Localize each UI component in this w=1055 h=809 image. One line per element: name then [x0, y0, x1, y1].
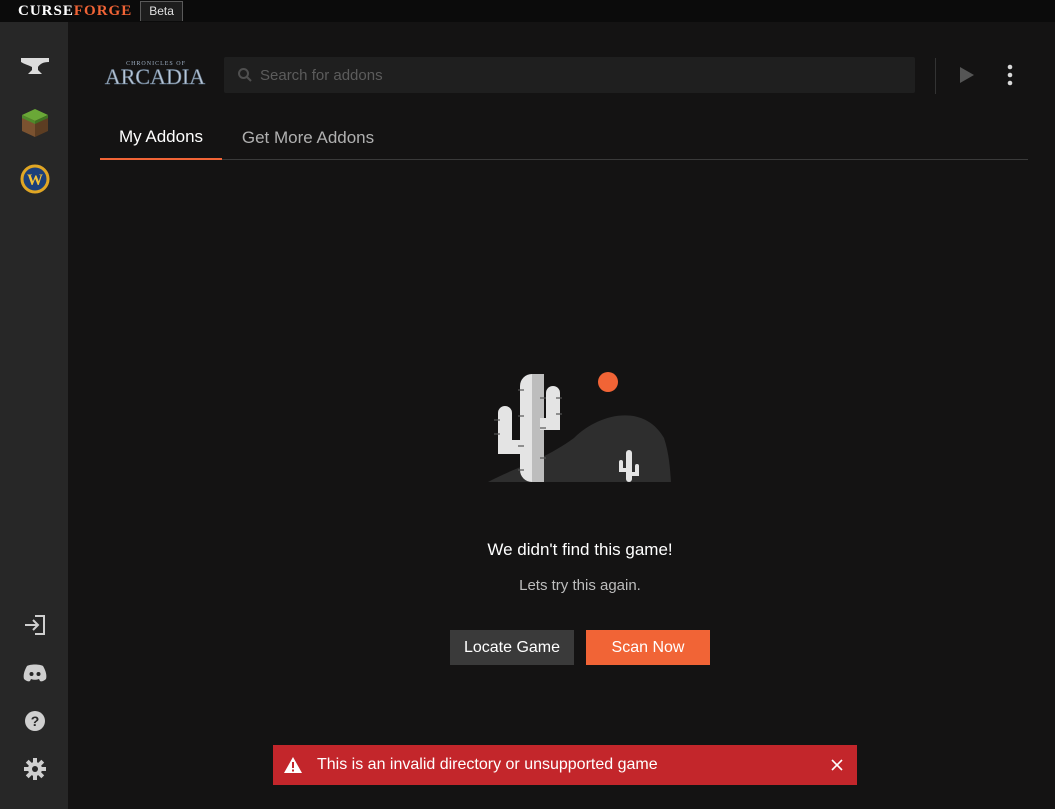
help-icon[interactable]: ? [18, 704, 52, 738]
more-options-icon[interactable] [998, 62, 1022, 88]
title-bar: CURSEFORGE Beta [0, 0, 1055, 22]
app-logo: CURSEFORGE [18, 2, 133, 19]
main-panel: CHRONICLES OF ARCADIA My Addons Get More… [68, 22, 1055, 809]
empty-state-subtitle: Lets try this again. [519, 577, 641, 594]
anvil-icon[interactable] [18, 50, 52, 84]
search-input[interactable] [260, 66, 900, 84]
wow-icon[interactable]: W [18, 162, 52, 196]
game-logo: CHRONICLES OF ARCADIA [100, 56, 210, 90]
locate-game-button[interactable]: Locate Game [450, 630, 574, 665]
toast-message: This is an invalid directory or unsuppor… [317, 756, 658, 773]
desert-cactus-illustration [484, 368, 674, 486]
empty-state-title: We didn't find this game! [487, 540, 673, 559]
search-bar[interactable] [224, 57, 915, 93]
discord-icon[interactable] [18, 656, 52, 690]
tab-my-addons[interactable]: My Addons [100, 116, 222, 160]
search-icon [238, 68, 252, 82]
settings-icon[interactable] [18, 752, 52, 786]
svg-text:W: W [27, 172, 43, 189]
header-divider [935, 58, 936, 94]
scan-now-button[interactable]: Scan Now [586, 630, 710, 665]
svg-text:?: ? [31, 713, 40, 729]
sidebar: W ? [0, 22, 68, 809]
close-icon[interactable] [829, 755, 845, 775]
warning-icon [283, 755, 303, 775]
login-icon[interactable] [18, 608, 52, 642]
svg-text:ARCADIA: ARCADIA [105, 64, 205, 89]
error-toast: This is an invalid directory or unsuppor… [273, 745, 857, 785]
tab-get-more-addons[interactable]: Get More Addons [222, 116, 394, 159]
beta-badge: Beta [140, 1, 183, 21]
tab-bar: My Addons Get More Addons [100, 116, 1028, 160]
play-icon[interactable] [956, 64, 978, 86]
minecraft-icon[interactable] [18, 106, 52, 140]
